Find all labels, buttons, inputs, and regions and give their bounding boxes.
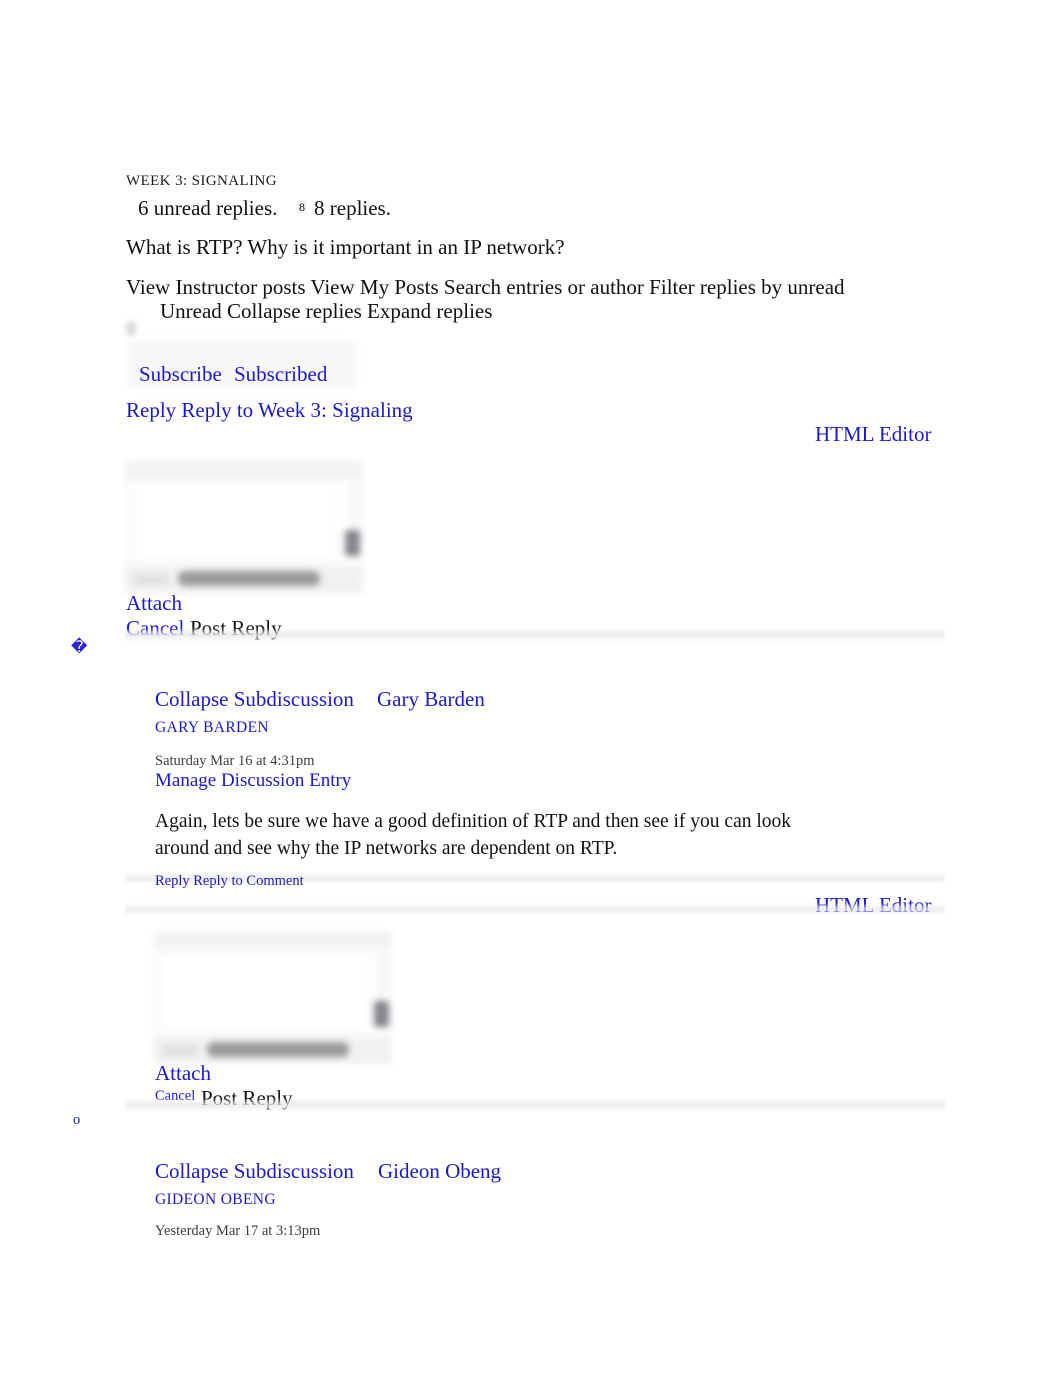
post-author-link-2[interactable]: Gideon Obeng — [378, 1156, 501, 1186]
editor-toolbar[interactable] — [156, 934, 390, 950]
total-replies-count: 8 replies. — [314, 196, 391, 220]
list-bullet-glyph-2: o — [73, 1112, 81, 1128]
discussion-prompt: What is RTP? Why is it important in an I… — [126, 235, 565, 259]
editor-path-tag — [163, 1045, 197, 1056]
editor-toolbar[interactable] — [127, 463, 361, 479]
editor-word-count-pill — [207, 1042, 349, 1057]
html-editor-toggle-top[interactable]: HTML Editor — [815, 419, 931, 449]
post-timestamp-2: Yesterday Mar 17 at 3:13pm — [155, 1223, 321, 1239]
subscribe-button[interactable]: Subscribe — [139, 359, 222, 389]
subscribed-status[interactable]: Subscribed — [234, 359, 327, 389]
section-heading: WEEK 3: SIGNALING — [126, 173, 277, 189]
post-timestamp-1: Saturday Mar 16 at 4:31pm — [155, 753, 315, 769]
collapse-subdiscussion-link-1[interactable]: Collapse Subdiscussion — [155, 684, 354, 714]
unread-replies-count: 6 unread replies. — [138, 196, 278, 220]
divider — [125, 903, 945, 915]
discussion-toolbar-line-2[interactable]: Unread Collapse replies Expand replies — [160, 296, 960, 326]
reply-count-badge-number: 8 — [297, 200, 307, 214]
decorative-artifact-dot — [126, 322, 136, 335]
post-author-name-1: GARY BARDEN — [155, 719, 269, 736]
editor-word-count-pill — [178, 571, 320, 586]
divider — [125, 1098, 945, 1112]
editor-path-tag — [134, 574, 168, 585]
editor-scrollbar-thumb[interactable] — [374, 1000, 389, 1027]
manage-discussion-entry-link-1[interactable]: Manage Discussion Entry — [155, 770, 351, 792]
editor-text-area[interactable] — [133, 480, 340, 562]
editor-text-area[interactable] — [162, 951, 369, 1033]
reply-to-topic-link[interactable]: Reply Reply to Week 3: Signaling — [126, 395, 413, 425]
post-author-name-2: GIDEON OBENG — [155, 1191, 276, 1208]
post-author-link-1[interactable]: Gary Barden — [377, 684, 485, 714]
collapse-subdiscussion-link-2[interactable]: Collapse Subdiscussion — [155, 1156, 354, 1186]
divider — [125, 628, 945, 642]
list-bullet-glyph-1: � — [71, 637, 88, 656]
rich-text-editor-reply[interactable] — [155, 933, 391, 1063]
reply-to-comment-link-1[interactable]: Reply Reply to Comment — [155, 873, 304, 890]
editor-scrollbar-thumb[interactable] — [345, 529, 360, 556]
rich-text-editor-top[interactable] — [126, 462, 362, 592]
post-body-1: Again, lets be sure we have a good defin… — [155, 811, 792, 859]
discussion-page: WEEK 3: SIGNALING 6 unread replies. 8 8 … — [0, 0, 1062, 1377]
reply-count-badge: 8 — [297, 200, 307, 218]
